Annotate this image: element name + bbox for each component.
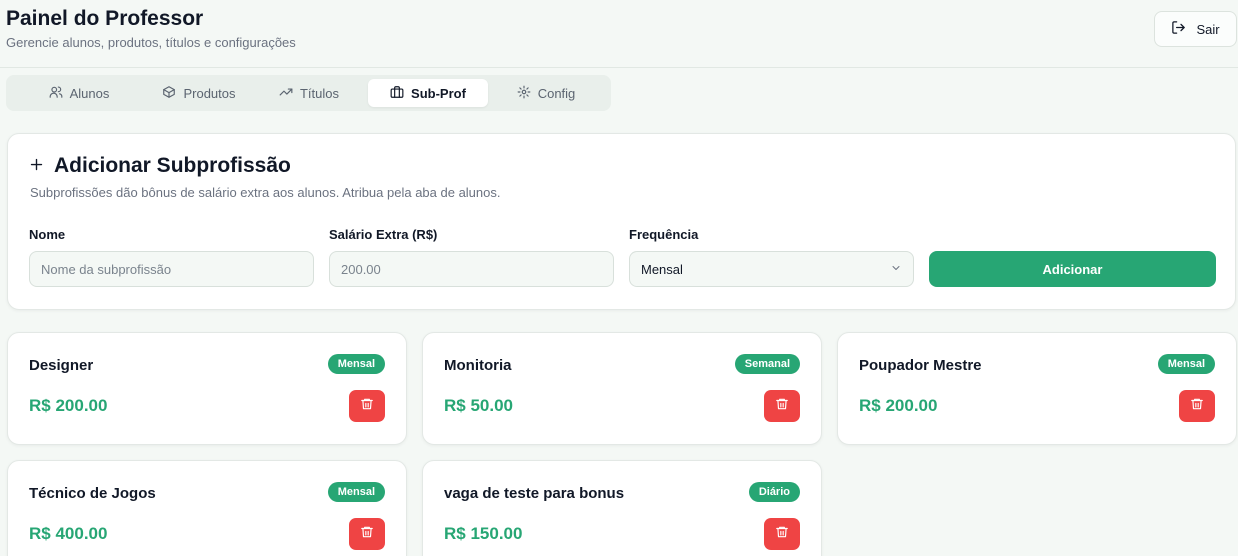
name-input[interactable] — [29, 251, 314, 287]
frequency-badge: Diário — [748, 482, 800, 502]
subprofession-name: Poupador Mestre — [859, 357, 982, 374]
frequency-label: Frequência — [629, 227, 699, 242]
logout-label: Sair — [1196, 21, 1220, 37]
tab-label: Sub-Prof — [411, 85, 466, 101]
salary-input[interactable] — [329, 251, 614, 287]
salary-amount: R$ 50.00 — [444, 396, 513, 415]
frequency-badge: Mensal — [327, 354, 385, 374]
tab-alunos[interactable]: Alunos — [18, 79, 140, 107]
frequency-badge: Mensal — [1157, 354, 1215, 374]
frequency-select[interactable]: Mensal — [629, 251, 914, 287]
tab-sub-prof[interactable]: Sub-Prof — [368, 79, 488, 107]
trash-icon — [360, 525, 374, 544]
trash-icon — [775, 397, 789, 416]
salary-amount: R$ 400.00 — [29, 524, 108, 543]
page-header: Painel do Professor Gerencie alunos, pro… — [0, 0, 1238, 68]
subprofession-name: Designer — [29, 357, 94, 374]
delete-button[interactable] — [349, 518, 385, 550]
salary-amount: R$ 200.00 — [29, 396, 108, 415]
subprofession-name: Monitoria — [444, 357, 512, 374]
form-title-text: Adicionar Subprofissão — [54, 154, 291, 177]
tab-label: Alunos — [69, 85, 110, 101]
salary-amount: R$ 200.00 — [859, 396, 938, 415]
frequency-value: Mensal — [641, 261, 683, 277]
briefcase-icon — [390, 85, 404, 102]
chevron-down-icon — [890, 262, 902, 277]
delete-button[interactable] — [764, 518, 800, 550]
users-icon — [49, 85, 63, 102]
tab-produtos[interactable]: Produtos — [138, 79, 260, 107]
delete-button[interactable] — [1179, 390, 1215, 422]
page-subtitle: Gerencie alunos, produtos, títulos e con… — [6, 35, 296, 50]
frequency-badge: Semanal — [734, 354, 800, 374]
salary-label: Salário Extra (R$) — [329, 227, 438, 242]
trash-icon — [775, 525, 789, 544]
subprofession-card: Monitoria Semanal R$ 50.00 — [422, 332, 822, 445]
trending-up-icon — [279, 85, 293, 102]
name-label: Nome — [29, 227, 66, 242]
tab-label: Títulos — [299, 85, 339, 101]
tab-label: Config — [537, 85, 576, 101]
subprofession-card: vaga de teste para bonus Diário R$ 150.0… — [422, 460, 822, 556]
plus-icon — [29, 154, 44, 178]
trash-icon — [1190, 397, 1204, 416]
add-subprofession-card: Adicionar Subprofissão Subprofissões dão… — [7, 133, 1236, 310]
form-title: Adicionar Subprofissão — [29, 154, 291, 178]
tab-bar: Alunos Produtos Títulos Sub-Prof Config — [6, 75, 611, 111]
frequency-badge: Mensal — [327, 482, 385, 502]
gear-icon — [517, 85, 531, 102]
form-description: Subprofissões dão bônus de salário extra… — [30, 185, 501, 200]
logout-icon — [1171, 20, 1186, 38]
add-button[interactable]: Adicionar — [929, 251, 1216, 287]
delete-button[interactable] — [764, 390, 800, 422]
tab-titulos[interactable]: Títulos — [248, 79, 370, 107]
subprofession-card: Técnico de Jogos Mensal R$ 400.00 — [7, 460, 407, 556]
subprofession-name: vaga de teste para bonus — [444, 485, 625, 502]
logout-button[interactable]: Sair — [1154, 11, 1237, 47]
trash-icon — [360, 397, 374, 416]
subprofession-card: Designer Mensal R$ 200.00 — [7, 332, 407, 445]
subprofession-card: Poupador Mestre Mensal R$ 200.00 — [837, 332, 1237, 445]
subprofession-name: Técnico de Jogos — [29, 485, 156, 502]
tab-config[interactable]: Config — [486, 79, 606, 107]
delete-button[interactable] — [349, 390, 385, 422]
page-title: Painel do Professor — [6, 7, 204, 30]
tab-label: Produtos — [183, 85, 236, 101]
salary-amount: R$ 150.00 — [444, 524, 523, 543]
package-icon — [162, 85, 176, 102]
